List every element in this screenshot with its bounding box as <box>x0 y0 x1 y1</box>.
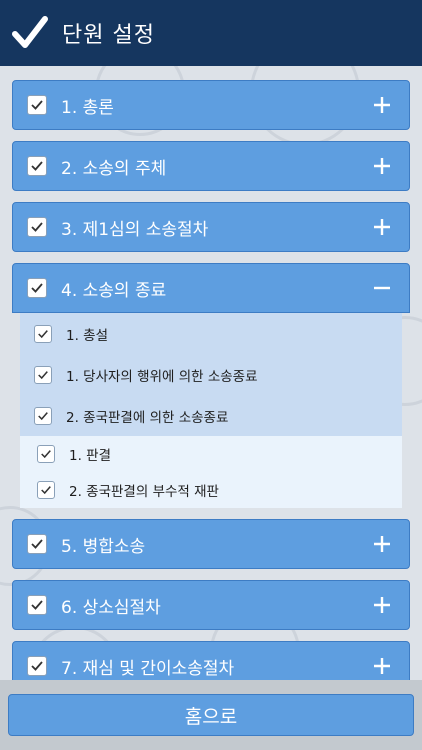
list-item[interactable]: 1. 판결 <box>20 436 402 472</box>
checkbox[interactable] <box>34 365 52 384</box>
item-label: 1. 총설 <box>66 327 109 344</box>
nested-subsection-list: 1. 판결 2. 종국판결의 부수적 재판 <box>20 436 402 508</box>
check-icon <box>41 450 51 459</box>
checkbox[interactable] <box>37 481 55 499</box>
check-icon <box>31 600 43 610</box>
footer-bar: 홈으로 <box>0 680 422 750</box>
check-icon <box>31 283 43 293</box>
minus-icon[interactable] <box>373 279 391 297</box>
subsection-list: 1. 총설 1. 당사자의 행위에 의한 소송종료 2. 종국판결에 의한 소송… <box>20 313 402 436</box>
list-item[interactable]: 2. 종국판결의 부수적 재판 <box>20 472 402 508</box>
unit-list: 1. 총론 2. 소송의 주체 3. 제1심의 소송절차 4. 소송의 종료 1… <box>12 80 410 680</box>
unit-section-1[interactable]: 1. 총론 <box>12 80 410 130</box>
section-label: 3. 제1심의 소송절차 <box>61 219 209 240</box>
unit-section-5[interactable]: 5. 병합소송 <box>12 519 410 569</box>
checkbox[interactable] <box>27 217 47 237</box>
checkbox[interactable] <box>34 406 52 425</box>
plus-icon[interactable] <box>373 657 391 675</box>
item-label: 2. 종국판결의 부수적 재판 <box>69 484 219 500</box>
checkbox[interactable] <box>27 656 47 676</box>
section-label: 6. 상소심절차 <box>61 597 161 618</box>
unit-list-scroll-area[interactable]: 1. 총론 2. 소송의 주체 3. 제1심의 소송절차 4. 소송의 종료 1… <box>0 66 422 680</box>
unit-section-3[interactable]: 3. 제1심의 소송절차 <box>12 202 410 252</box>
checkmark-icon <box>12 16 48 48</box>
item-label: 1. 판결 <box>69 448 112 464</box>
check-icon <box>38 329 48 338</box>
item-label: 1. 당사자의 행위에 의한 소송종료 <box>66 368 258 385</box>
section-label: 5. 병합소송 <box>61 536 146 557</box>
section-label: 4. 소송의 종료 <box>61 280 167 301</box>
checkbox[interactable] <box>27 95 47 115</box>
plus-icon[interactable] <box>373 596 391 614</box>
section-label: 1. 총론 <box>61 97 114 118</box>
unit-section-6[interactable]: 6. 상소심절차 <box>12 580 410 630</box>
check-icon <box>38 370 48 379</box>
home-button[interactable]: 홈으로 <box>8 694 414 736</box>
app-header: 단원 설정 <box>0 0 422 66</box>
check-icon <box>31 222 43 232</box>
unit-section-7[interactable]: 7. 재심 및 간이소송절차 <box>12 641 410 680</box>
unit-section-4[interactable]: 4. 소송의 종료 <box>12 263 410 313</box>
page-title: 단원 설정 <box>62 23 155 48</box>
checkbox[interactable] <box>27 534 47 554</box>
plus-icon[interactable] <box>373 218 391 236</box>
check-icon <box>38 411 48 420</box>
section-label: 7. 재심 및 간이소송절차 <box>61 658 235 679</box>
checkbox[interactable] <box>34 324 52 343</box>
unit-section-2[interactable]: 2. 소송의 주체 <box>12 141 410 191</box>
plus-icon[interactable] <box>373 96 391 114</box>
item-label: 2. 종국판결에 의한 소송종료 <box>66 409 229 426</box>
check-icon <box>31 161 43 171</box>
checkbox[interactable] <box>27 156 47 176</box>
checkbox[interactable] <box>37 445 55 463</box>
list-item[interactable]: 2. 종국판결에 의한 소송종료 <box>20 395 402 436</box>
list-item[interactable]: 1. 총설 <box>20 313 402 354</box>
check-icon <box>31 539 43 549</box>
section-label: 2. 소송의 주체 <box>61 158 167 179</box>
plus-icon[interactable] <box>373 535 391 553</box>
plus-icon[interactable] <box>373 157 391 175</box>
list-item[interactable]: 1. 당사자의 행위에 의한 소송종료 <box>20 354 402 395</box>
check-icon <box>31 100 43 110</box>
check-icon <box>41 486 51 495</box>
checkbox[interactable] <box>27 278 47 298</box>
checkbox[interactable] <box>27 595 47 615</box>
check-icon <box>31 661 43 671</box>
